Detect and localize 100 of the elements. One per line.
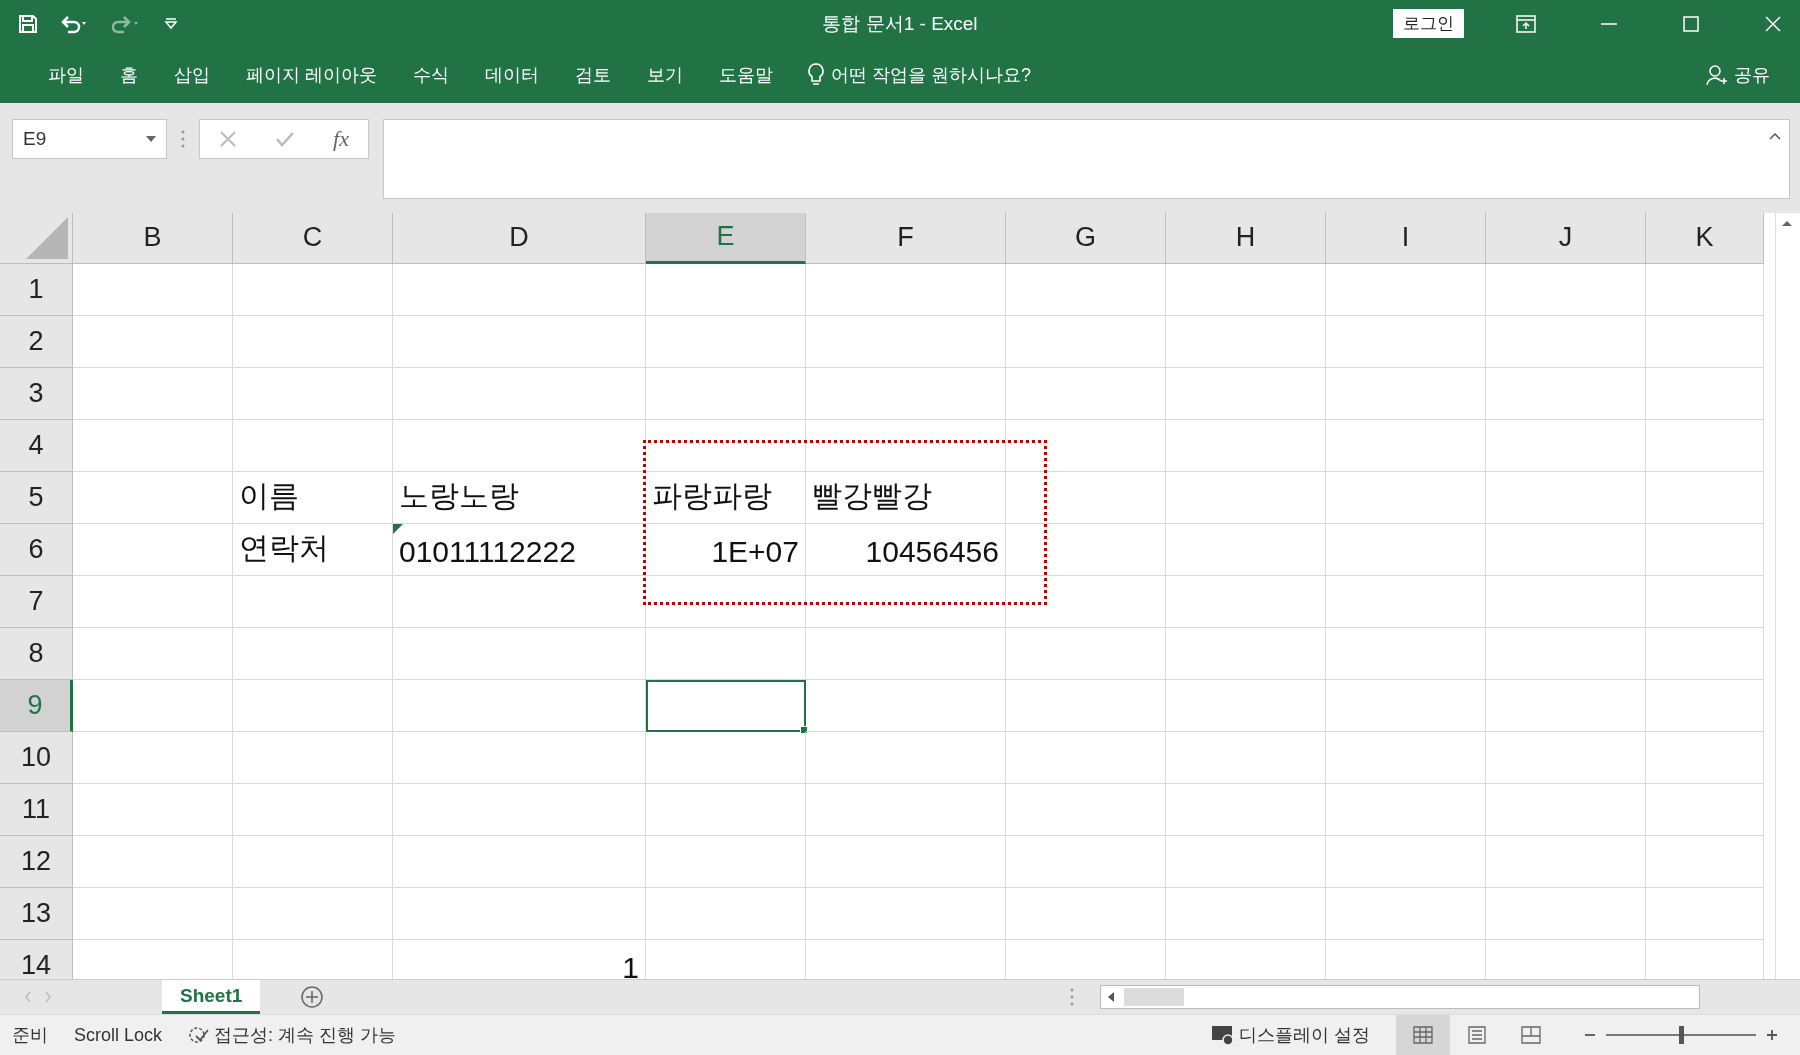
table-cell[interactable]: 01011112222 (393, 523, 646, 576)
share-button[interactable]: 공유 (1706, 63, 1770, 88)
table-cell[interactable] (1326, 783, 1486, 836)
row-header[interactable]: 7 (0, 575, 73, 628)
table-cell[interactable] (1646, 887, 1764, 940)
table-cell[interactable] (1326, 419, 1486, 472)
table-cell[interactable] (1486, 419, 1646, 472)
table-cell[interactable] (1006, 575, 1166, 628)
table-cell[interactable] (1166, 783, 1326, 836)
row-header[interactable]: 14 (0, 939, 73, 979)
table-cell[interactable] (233, 367, 393, 420)
table-cell[interactable] (806, 263, 1006, 316)
table-cell[interactable] (1646, 783, 1764, 836)
table-cell[interactable] (1646, 367, 1764, 420)
table-cell[interactable] (1006, 679, 1166, 732)
table-cell[interactable] (806, 783, 1006, 836)
table-cell[interactable] (806, 419, 1006, 472)
ribbon-tab[interactable]: 보기 (629, 63, 701, 88)
table-cell[interactable] (1006, 471, 1166, 524)
table-cell[interactable] (1486, 523, 1646, 576)
table-cell[interactable] (1326, 471, 1486, 524)
table-cell[interactable] (646, 367, 806, 420)
table-cell[interactable] (233, 575, 393, 628)
table-cell[interactable] (1646, 575, 1764, 628)
column-header[interactable]: E (646, 212, 806, 264)
row-header[interactable]: 12 (0, 835, 73, 888)
table-cell[interactable] (1646, 835, 1764, 888)
table-cell[interactable] (806, 679, 1006, 732)
accessibility-status[interactable]: 접근성: 계속 진행 가능 (188, 1023, 397, 1047)
table-cell[interactable] (393, 419, 646, 472)
table-cell[interactable] (233, 627, 393, 680)
table-cell[interactable] (393, 367, 646, 420)
table-cell[interactable] (73, 471, 233, 524)
table-cell[interactable] (73, 315, 233, 368)
table-cell[interactable] (1646, 627, 1764, 680)
check-icon[interactable] (275, 130, 296, 147)
table-cell[interactable] (1166, 575, 1326, 628)
table-cell[interactable] (393, 783, 646, 836)
table-cell[interactable] (806, 887, 1006, 940)
row-header[interactable]: 10 (0, 731, 73, 784)
row-header[interactable]: 13 (0, 887, 73, 940)
zoom-in-icon[interactable] (1766, 1029, 1778, 1041)
table-cell[interactable] (1326, 575, 1486, 628)
column-header[interactable]: F (806, 212, 1006, 264)
table-cell[interactable] (1646, 263, 1764, 316)
row-header[interactable]: 9 (0, 679, 73, 732)
table-cell[interactable] (73, 627, 233, 680)
ribbon-tab[interactable]: 도움말 (701, 63, 791, 88)
table-cell[interactable] (806, 627, 1006, 680)
row-header[interactable]: 5 (0, 471, 73, 524)
table-cell[interactable] (1326, 835, 1486, 888)
table-cell[interactable] (233, 263, 393, 316)
selected-cell[interactable] (646, 679, 806, 732)
table-cell[interactable] (73, 783, 233, 836)
table-cell[interactable] (73, 731, 233, 784)
login-button[interactable]: 로그인 (1393, 9, 1464, 39)
table-cell[interactable] (646, 575, 806, 628)
table-cell[interactable] (1486, 315, 1646, 368)
table-cell[interactable] (806, 367, 1006, 420)
table-cell[interactable] (233, 887, 393, 940)
table-cell[interactable] (1166, 679, 1326, 732)
table-cell[interactable] (1646, 315, 1764, 368)
column-header[interactable]: C (233, 212, 393, 264)
ribbon-tab[interactable]: 파일 (30, 63, 102, 88)
table-cell[interactable]: 파랑파랑 (646, 471, 806, 524)
table-cell[interactable] (1006, 783, 1166, 836)
tell-me-search[interactable]: 어떤 작업을 원하시나요? (831, 63, 1032, 88)
table-cell[interactable]: 이름 (233, 471, 393, 524)
table-cell[interactable] (1166, 419, 1326, 472)
table-cell[interactable] (1166, 887, 1326, 940)
table-cell[interactable] (73, 263, 233, 316)
maximize-icon[interactable] (1682, 14, 1700, 33)
table-cell[interactable] (1166, 367, 1326, 420)
table-cell[interactable] (1166, 471, 1326, 524)
table-cell[interactable] (646, 887, 806, 940)
table-cell[interactable] (806, 835, 1006, 888)
ribbon-tab[interactable]: 데이터 (467, 63, 557, 88)
row-header[interactable]: 6 (0, 523, 73, 576)
table-cell[interactable] (1486, 679, 1646, 732)
ribbon-tab[interactable]: 검토 (557, 63, 629, 88)
ribbon-display-icon[interactable] (1516, 14, 1536, 33)
table-cell[interactable] (1006, 887, 1166, 940)
table-cell[interactable] (393, 835, 646, 888)
sheet-tab[interactable]: Sheet1 (162, 980, 261, 1014)
table-cell[interactable] (1006, 627, 1166, 680)
table-cell[interactable] (73, 419, 233, 472)
table-cell[interactable] (1486, 835, 1646, 888)
horizontal-scrollbar-drawing[interactable] (1100, 985, 1700, 1009)
table-cell[interactable] (1326, 679, 1486, 732)
table-cell[interactable] (646, 627, 806, 680)
table-cell[interactable] (1006, 263, 1166, 316)
table-cell[interactable] (393, 315, 646, 368)
table-cell[interactable] (1486, 367, 1646, 420)
ribbon-tab[interactable]: 홈 (102, 63, 156, 88)
table-cell[interactable] (1006, 835, 1166, 888)
column-header[interactable]: J (1486, 212, 1646, 264)
table-cell[interactable] (393, 627, 646, 680)
table-cell[interactable] (1326, 627, 1486, 680)
table-cell[interactable] (1646, 419, 1764, 472)
table-cell[interactable] (1006, 367, 1166, 420)
